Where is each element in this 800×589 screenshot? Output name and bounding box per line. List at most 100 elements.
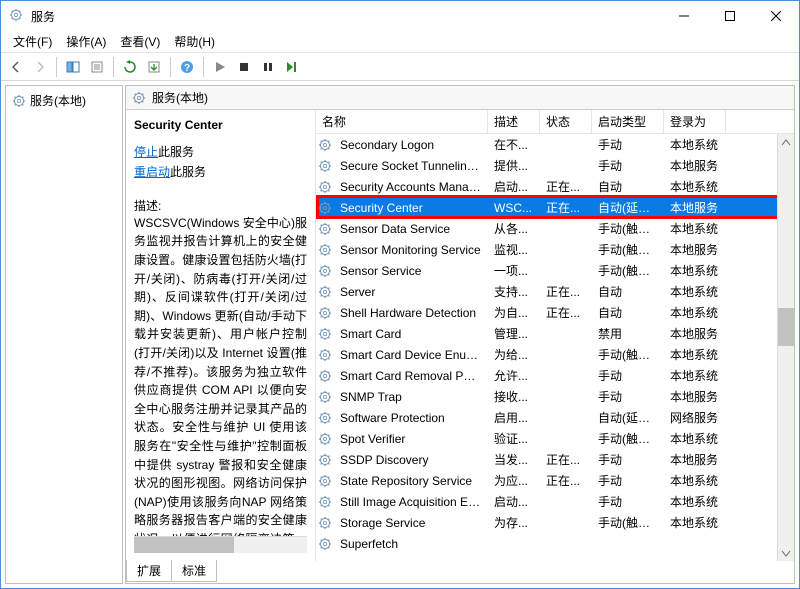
restart-suffix: 此服务 [170,165,206,179]
service-row[interactable]: SNMP Trap接收...手动本地服务 [316,386,794,407]
scroll-up-icon[interactable] [778,134,794,151]
cell-logon: 本地服务 [664,199,726,216]
service-row[interactable]: Shell Hardware Detection为自...正在...自动本地系统 [316,302,794,323]
help-button[interactable]: ? [176,56,198,78]
cell-name: SNMP Trap [334,390,488,404]
scroll-thumb[interactable] [778,308,794,346]
cell-startup: 手动 [592,367,664,384]
cell-desc: 接收... [488,388,540,405]
tree-root-services[interactable]: 服务(本地) [8,90,120,111]
cell-startup: 手动(触发... [592,430,664,447]
cell-name: Sensor Service [334,264,488,278]
minimize-button[interactable] [661,1,707,31]
col-status[interactable]: 状态 [540,110,592,133]
service-row[interactable]: Storage Service为存...手动(触发...本地系统 [316,512,794,533]
tabstrip: 扩展 标准 [126,561,794,583]
export-button[interactable] [143,56,165,78]
forward-button[interactable] [29,56,51,78]
gear-icon [316,537,334,551]
cell-status: 正在... [540,304,592,321]
cell-logon: 本地系统 [664,178,726,195]
cell-startup: 手动(触发... [592,241,664,258]
service-row[interactable]: Sensor Data Service从各...手动(触发...本地系统 [316,218,794,239]
start-service-button[interactable] [209,56,231,78]
cell-name: SSDP Discovery [334,453,488,467]
tab-standard[interactable]: 标准 [172,560,217,582]
menu-action[interactable]: 操作(A) [60,31,112,52]
menu-view[interactable]: 查看(V) [114,31,166,52]
cell-name: Secure Socket Tunneling ... [334,159,488,173]
service-row[interactable]: Smart Card管理...禁用本地服务 [316,323,794,344]
service-row[interactable]: Sensor Service一项...手动(触发...本地系统 [316,260,794,281]
cell-name: Spot Verifier [334,432,488,446]
cell-name: State Repository Service [334,474,488,488]
stop-service-link[interactable]: 停止 [134,145,158,159]
cell-name: Still Image Acquisition Ev... [334,495,488,509]
cell-logon: 本地系统 [664,493,726,510]
cell-desc: 验证... [488,430,540,447]
service-row[interactable]: Software Protection启用...自动(延迟...网络服务 [316,407,794,428]
cell-name: Smart Card Removal Poli... [334,369,488,383]
gear-icon [316,264,334,278]
gear-icon [12,94,26,108]
col-name[interactable]: 名称 [316,110,488,133]
maximize-button[interactable] [707,1,753,31]
scroll-down-icon[interactable] [778,544,794,561]
col-logon[interactable]: 登录为 [664,110,726,133]
menubar: 文件(F) 操作(A) 查看(V) 帮助(H) [1,31,799,53]
services-list: 名称 描述 状态 启动类型 登录为 Secondary Logon在不...手动… [316,110,794,561]
body: 服务(本地) 服务(本地) Security Center 停止此服务 重 [1,81,799,588]
cell-logon: 本地系统 [664,472,726,489]
cell-logon: 本地系统 [664,220,726,237]
gear-icon [316,495,334,509]
service-row[interactable]: Security CenterWSC...正在...自动(延迟...本地服务 [316,197,794,218]
service-row[interactable]: Spot Verifier验证...手动(触发...本地系统 [316,428,794,449]
gear-icon [316,243,334,257]
service-row[interactable]: Still Image Acquisition Ev...启动...手动本地系统 [316,491,794,512]
list-vscrollbar[interactable] [777,134,794,561]
gear-icon [316,180,334,194]
services-window: 服务 文件(F) 操作(A) 查看(V) 帮助(H) ? [0,0,800,589]
pause-service-button[interactable] [257,56,279,78]
refresh-button[interactable] [119,56,141,78]
cell-status: 正在... [540,472,592,489]
menu-help[interactable]: 帮助(H) [168,31,221,52]
service-row[interactable]: SSDP Discovery当发...正在...手动本地服务 [316,449,794,470]
col-startup[interactable]: 启动类型 [592,110,664,133]
stop-service-button[interactable] [233,56,255,78]
detail-hscrollbar[interactable] [134,536,307,553]
service-row[interactable]: Sensor Monitoring Service监视...手动(触发...本地… [316,239,794,260]
tab-extended[interactable]: 扩展 [126,560,172,582]
menu-file[interactable]: 文件(F) [7,31,58,52]
service-row[interactable]: Superfetch [316,533,794,554]
cell-startup: 手动 [592,493,664,510]
service-row[interactable]: Secure Socket Tunneling ...提供...手动本地服务 [316,155,794,176]
service-row[interactable]: Server支持...正在...自动本地系统 [316,281,794,302]
service-row[interactable]: Secondary Logon在不...手动本地系统 [316,134,794,155]
back-button[interactable] [5,56,27,78]
close-button[interactable] [753,1,799,31]
service-row[interactable]: Smart Card Device Enum...为给...手动(触发...本地… [316,344,794,365]
cell-desc: 启动... [488,178,540,195]
cell-logon: 本地系统 [664,514,726,531]
cell-startup: 禁用 [592,325,664,342]
show-hide-tree-button[interactable] [62,56,84,78]
service-row[interactable]: Security Accounts Manag...启动...正在...自动本地… [316,176,794,197]
cell-logon: 本地系统 [664,262,726,279]
toolbar: ? [1,53,799,81]
service-row[interactable]: Smart Card Removal Poli...允许...手动本地系统 [316,365,794,386]
cell-startup: 自动 [592,178,664,195]
cell-startup: 手动(触发... [592,346,664,363]
cell-status: 正在... [540,199,592,216]
col-desc[interactable]: 描述 [488,110,540,133]
properties-toolbar-button[interactable] [86,56,108,78]
titlebar: 服务 [1,1,799,31]
cell-name: Security Center [334,201,488,215]
service-row[interactable]: State Repository Service为应...正在...手动本地系统 [316,470,794,491]
cell-logon: 本地服务 [664,388,726,405]
cell-logon: 本地服务 [664,325,726,342]
restart-service-link[interactable]: 重启动 [134,165,170,179]
restart-service-button[interactable] [281,56,303,78]
gear-icon [316,306,334,320]
app-icon [9,8,25,24]
